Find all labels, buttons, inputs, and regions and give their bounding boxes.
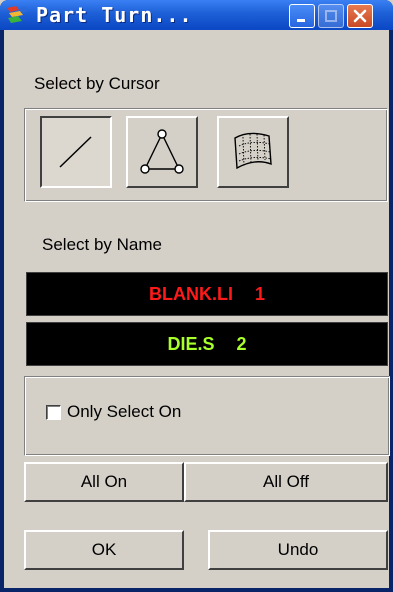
window-title: Part Turn...	[36, 3, 193, 27]
title-bar[interactable]: Part Turn...	[0, 0, 393, 30]
surface-select-button[interactable]	[217, 116, 289, 188]
dialog-body: Select by Cursor Select by Name BLANK.LI…	[4, 30, 390, 588]
dialog-window: Part Turn... Select by Cursor Select by …	[0, 0, 393, 592]
maximize-icon	[325, 10, 337, 22]
part-name: BLANK.LI	[148, 283, 233, 304]
minimize-icon	[297, 19, 305, 22]
part-name: DIE.S	[167, 333, 215, 354]
list-item[interactable]: BLANK.LI 1	[26, 272, 388, 316]
select-by-name-label: Select by Name	[42, 235, 162, 254]
checkbox-box[interactable]	[46, 404, 61, 420]
minimize-button[interactable]	[289, 4, 315, 28]
close-icon	[353, 9, 367, 23]
app-parts-icon	[7, 6, 27, 23]
part-name-list: BLANK.LI 1 DIE.S 2	[26, 272, 388, 370]
only-select-on-label: Only Select On	[67, 402, 182, 421]
line-select-icon	[59, 136, 92, 168]
maximize-button	[318, 4, 344, 28]
all-off-button[interactable]: All Off	[184, 462, 388, 502]
triangle-select-button[interactable]	[126, 116, 198, 188]
all-on-button[interactable]: All On	[24, 462, 184, 502]
triangle-node-select-icon	[140, 129, 184, 174]
only-select-on-checkbox[interactable]: Only Select On	[46, 402, 181, 422]
part-id: 2	[236, 333, 247, 354]
part-id: 1	[254, 283, 265, 304]
line-select-button[interactable]	[40, 116, 112, 188]
ok-button[interactable]: OK	[24, 530, 184, 570]
close-button[interactable]	[347, 4, 373, 28]
select-by-cursor-label: Select by Cursor	[34, 74, 160, 93]
list-item[interactable]: DIE.S 2	[26, 322, 388, 366]
surface-mesh-select-icon	[234, 132, 272, 170]
undo-button[interactable]: Undo	[208, 530, 388, 570]
